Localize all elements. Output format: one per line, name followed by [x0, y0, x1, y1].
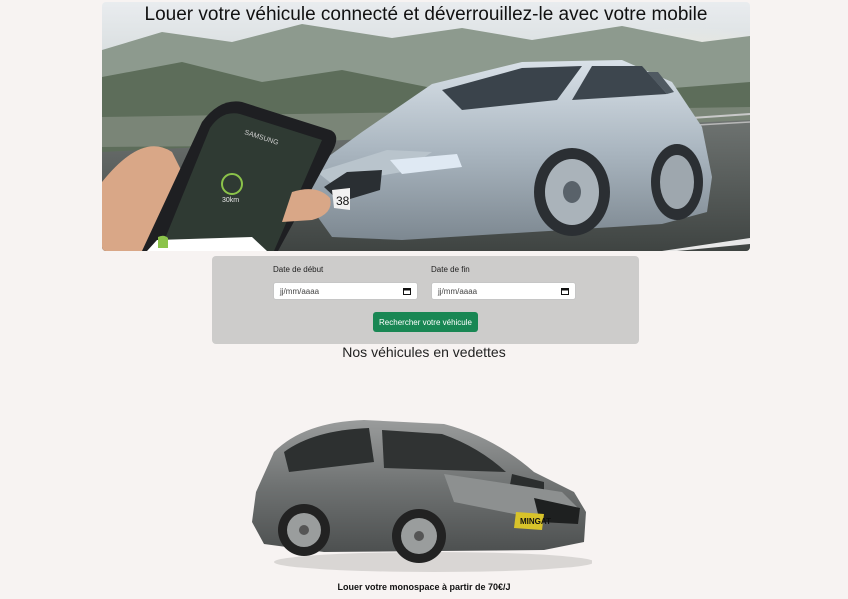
hero-banner: 38 SAMSUNG 30km Louer votre véhicule con… [102, 2, 750, 251]
end-date-input[interactable]: jj/mm/aaaa [431, 282, 576, 300]
featured-vehicle-image[interactable]: MINGAT [244, 412, 592, 578]
search-form: Date de début jj/mm/aaaa Date de fin jj/… [212, 256, 639, 344]
featured-section-title: Nos véhicules en vedettes [342, 344, 506, 360]
end-date-field: Date de fin jj/mm/aaaa [431, 265, 576, 300]
phone-distance: 30km [222, 197, 239, 204]
end-date-label: Date de fin [431, 265, 470, 274]
featured-badge: MINGAT [520, 517, 551, 526]
calendar-icon[interactable] [561, 287, 569, 295]
hero-image: 38 SAMSUNG 30km [102, 2, 750, 251]
end-date-placeholder: jj/mm/aaaa [438, 287, 478, 296]
start-date-input[interactable]: jj/mm/aaaa [273, 282, 418, 300]
hero-title: Louer votre véhicule connecté et déverro… [144, 4, 708, 25]
start-date-placeholder: jj/mm/aaaa [280, 287, 320, 296]
featured-caption: Louer votre monospace à partir de 70€/J [337, 582, 511, 592]
license-plate: 38 [336, 194, 350, 208]
start-date-label: Date de début [273, 265, 324, 274]
start-date-field: Date de début jj/mm/aaaa [273, 265, 418, 300]
calendar-icon[interactable] [403, 287, 411, 295]
search-vehicle-button[interactable]: Rechercher votre véhicule [373, 312, 478, 332]
